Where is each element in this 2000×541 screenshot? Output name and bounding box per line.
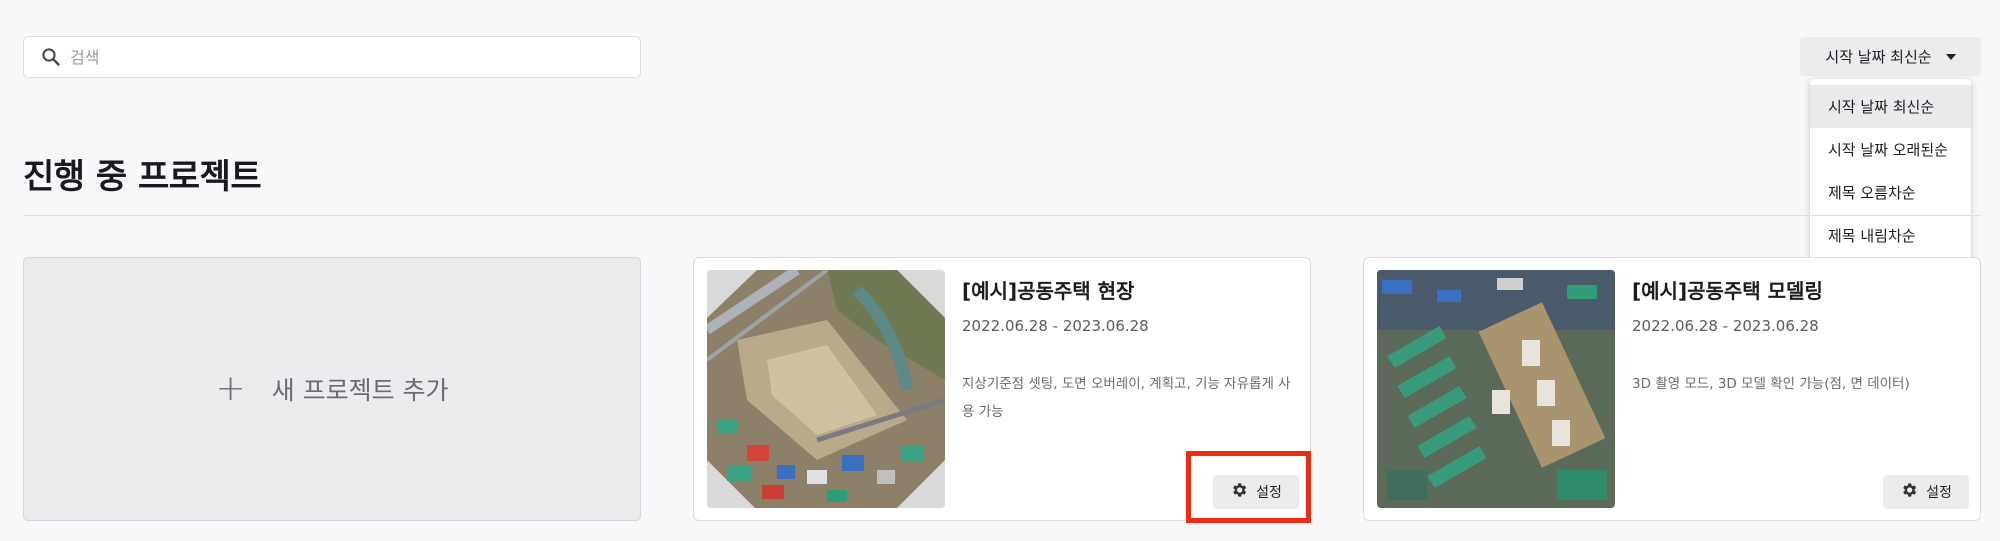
sort-option-title-asc[interactable]: 제목 오름차순 xyxy=(1810,171,1971,214)
project-title: [예시]공동주택 모델링 xyxy=(1632,279,1823,303)
settings-label: 설정 xyxy=(1926,485,1952,501)
highlight-box xyxy=(1186,451,1311,523)
sort-option-oldest[interactable]: 시작 날짜 오래된순 xyxy=(1810,128,1971,171)
search-input[interactable] xyxy=(70,47,610,67)
sort-dropdown-menu: 시작 날짜 최신순 시작 날짜 오래된순 제목 오름차순 제목 내림차순 xyxy=(1810,79,1971,263)
caret-down-icon xyxy=(1945,53,1956,60)
sort-option-title-desc[interactable]: 제목 내림차순 xyxy=(1810,214,1971,257)
divider xyxy=(23,215,1981,216)
project-card[interactable]: [예시]공동주택 모델링 2022.06.28 - 2023.06.28 3D … xyxy=(1363,257,1981,521)
settings-button[interactable]: 설정 xyxy=(1883,475,1969,509)
project-description: 3D 촬영 모드, 3D 모델 확인 가능(점, 면 데이터) xyxy=(1632,376,1910,392)
project-date: 2022.06.28 - 2023.06.28 xyxy=(1632,317,1819,335)
add-project-label: 새 프로젝트 추가 xyxy=(271,376,449,405)
project-description: 지상기준점 셋팅, 도면 오버레이, 계획고, 기능 자유롭게 사용 가능 xyxy=(962,376,1291,420)
project-title: [예시]공동주택 현장 xyxy=(962,279,1135,303)
search-bar[interactable] xyxy=(23,36,641,78)
page-title: 진행 중 프로젝트 xyxy=(23,157,262,197)
sort-option-newest[interactable]: 시작 날짜 최신순 xyxy=(1810,85,1971,128)
project-thumbnail xyxy=(707,270,945,508)
sort-current-label: 시작 날짜 최신순 xyxy=(1825,48,1932,66)
sort-dropdown-button[interactable]: 시작 날짜 최신순 xyxy=(1800,37,1981,76)
gear-icon xyxy=(1900,481,1918,503)
project-date: 2022.06.28 - 2023.06.28 xyxy=(962,317,1149,335)
plus-icon: + xyxy=(215,368,246,409)
search-icon xyxy=(40,46,62,68)
project-thumbnail xyxy=(1377,270,1615,508)
add-project-card[interactable]: + 새 프로젝트 추가 xyxy=(23,257,641,521)
